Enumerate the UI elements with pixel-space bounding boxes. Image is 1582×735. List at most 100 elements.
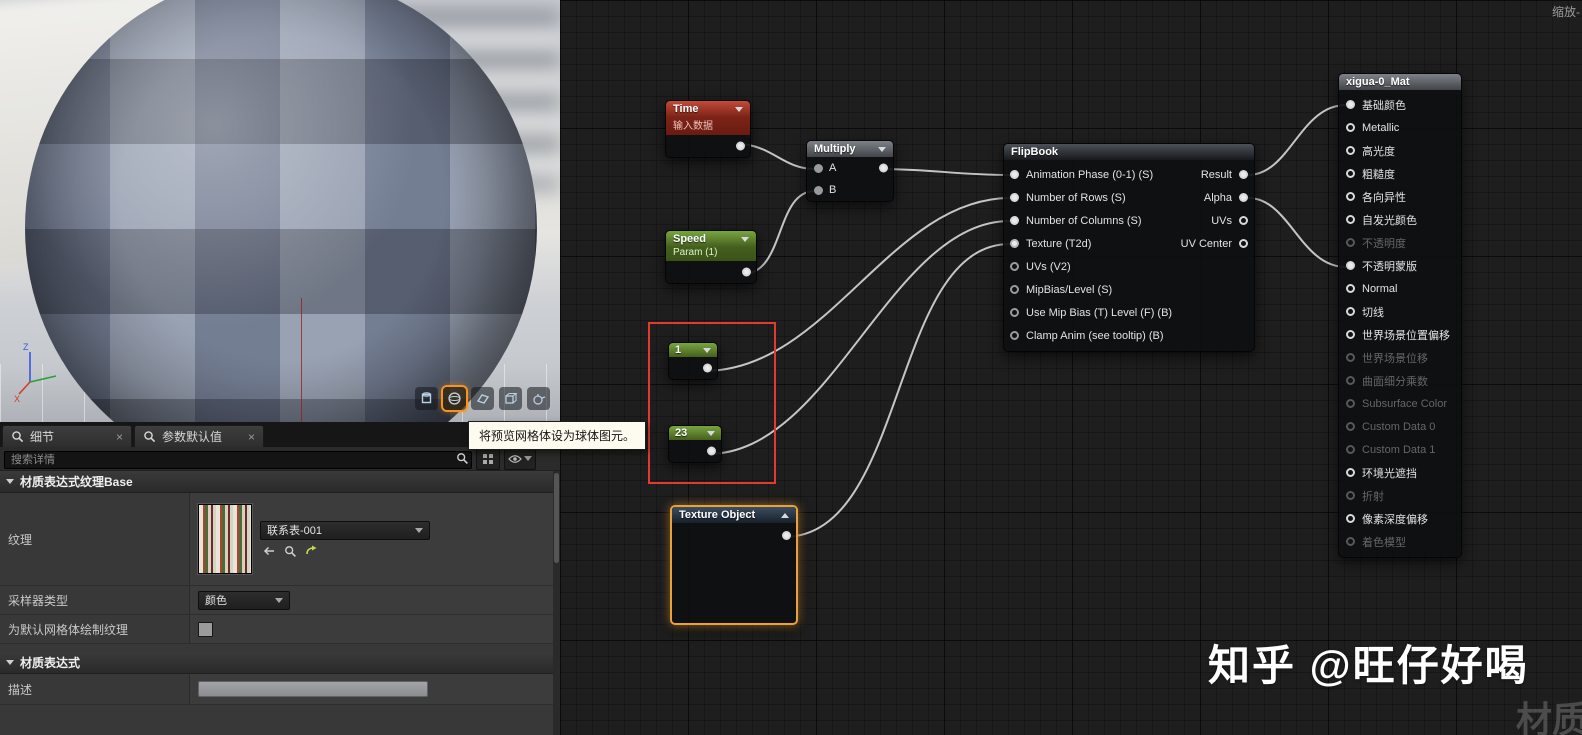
preview-viewport[interactable]: Z X <box>0 0 560 422</box>
material-pin[interactable] <box>1346 192 1355 201</box>
texture-asset-dropdown[interactable]: 联系表-001 <box>260 520 430 540</box>
watermark-faint-text: 材质 <box>1515 699 1582 735</box>
node-time[interactable]: Time 输入数据 <box>665 100 751 158</box>
multiply-input-a-label: A <box>829 162 837 174</box>
sampler-type-label: 采样器类型 <box>0 586 190 614</box>
material-pin[interactable] <box>1346 468 1355 477</box>
node-texture-object[interactable]: Texture Object <box>670 505 798 625</box>
chevron-down-icon[interactable] <box>707 430 715 436</box>
flipbook-input-label: Texture (T2d) <box>1026 237 1092 250</box>
material-pin-label: 高光度 <box>1362 145 1395 158</box>
material-pin[interactable] <box>1346 169 1355 178</box>
node-material-result[interactable]: xigua-0_Mat 基础颜色 Metallic 高光度 粗糙度 各向异性 自… <box>1338 73 1462 558</box>
chevron-down-icon[interactable] <box>741 236 749 242</box>
material-pin[interactable] <box>1346 100 1355 109</box>
constant-1-output-pin[interactable] <box>703 363 712 373</box>
details-panel: 材质表达式纹理Base 纹理 联系表-001 采样器类型 颜色 为默认网格体绘制… <box>0 471 560 735</box>
wire-flipbook-alpha-to-opacitymask <box>1247 197 1347 268</box>
axis-gizmo: Z X <box>14 342 57 402</box>
tab-param-defaults-close-icon[interactable]: × <box>248 431 255 443</box>
texture-asset-name: 联系表-001 <box>267 525 323 537</box>
param-defaults-tab-icon <box>144 431 156 443</box>
description-row: 描述 <box>0 674 560 705</box>
node-flipbook[interactable]: FlipBook Animation Phase (0-1) (S) Numbe… <box>1003 143 1255 352</box>
speed-output-pin[interactable] <box>742 267 751 277</box>
multiply-input-a-pin[interactable] <box>814 163 823 173</box>
flipbook-input-pin[interactable] <box>1010 308 1019 317</box>
section-header-expression[interactable]: 材质表达式 <box>0 652 560 674</box>
material-pin[interactable] <box>1346 376 1355 385</box>
texture-thumbnail[interactable] <box>198 504 252 574</box>
left-panel: Z X 细节 × 参数默认值 × 搜索详情 材质表达式纹理Base 纹理 联系表… <box>0 0 560 735</box>
material-pin[interactable] <box>1346 422 1355 431</box>
node-speed[interactable]: Speed Param (1) <box>665 230 757 284</box>
material-pin[interactable] <box>1346 537 1355 546</box>
back-arrow-icon[interactable] <box>262 545 276 557</box>
material-pin[interactable] <box>1346 330 1355 339</box>
material-pin[interactable] <box>1346 514 1355 523</box>
eye-icon <box>508 454 522 463</box>
details-scrollbar[interactable] <box>553 471 560 735</box>
material-pin[interactable] <box>1346 307 1355 316</box>
material-pin[interactable] <box>1346 238 1355 247</box>
material-pin-label: Custom Data 1 <box>1362 443 1436 456</box>
flipbook-input-pin[interactable] <box>1010 170 1019 179</box>
flipbook-input-pin[interactable] <box>1010 285 1019 294</box>
flipbook-input-pin[interactable] <box>1010 216 1019 225</box>
material-pin[interactable] <box>1346 146 1355 155</box>
preview-teapot-button[interactable] <box>527 387 550 410</box>
flipbook-input-pin[interactable] <box>1010 193 1019 202</box>
tab-param-defaults[interactable]: 参数默认值 × <box>134 425 264 447</box>
chevron-down-icon[interactable] <box>735 106 743 112</box>
preview-shape-toolbar <box>415 387 550 410</box>
flipbook-output-pin[interactable] <box>1239 193 1248 202</box>
material-pin[interactable] <box>1346 215 1355 224</box>
preview-sphere-button[interactable] <box>443 387 466 410</box>
preview-cube-button[interactable] <box>499 387 522 410</box>
tab-details-close-icon[interactable]: × <box>116 431 123 443</box>
chevron-down-icon[interactable] <box>878 146 886 152</box>
node-constant-23[interactable]: 23 <box>668 425 722 463</box>
flipbook-input-pin[interactable] <box>1010 239 1019 248</box>
draw-default-mesh-checkbox[interactable] <box>198 621 213 637</box>
flipbook-output-pin[interactable] <box>1239 216 1248 225</box>
multiply-output-pin[interactable] <box>879 163 888 173</box>
material-pin[interactable] <box>1346 261 1355 270</box>
search-input[interactable] <box>4 450 472 469</box>
sampler-type-dropdown[interactable]: 颜色 <box>198 590 290 610</box>
flipbook-input-pin[interactable] <box>1010 262 1019 271</box>
flipbook-output-pin[interactable] <box>1239 239 1248 248</box>
material-graph-canvas[interactable]: Time 输入数据 Multiply A B Speed Param (1) 1… <box>560 0 1582 735</box>
node-constant-1[interactable]: 1 <box>668 342 718 380</box>
texture-object-output-pin[interactable] <box>782 531 791 540</box>
section-header-texture-base[interactable]: 材质表达式纹理Base <box>0 471 560 493</box>
material-pin[interactable] <box>1346 445 1355 454</box>
sampler-type-value: 颜色 <box>205 595 227 607</box>
material-pin[interactable] <box>1346 399 1355 408</box>
time-output-pin[interactable] <box>736 141 745 151</box>
flipbook-input-pin[interactable] <box>1010 331 1019 340</box>
use-selected-asset-icon[interactable] <box>305 545 319 558</box>
multiply-input-b-pin[interactable] <box>814 185 823 195</box>
chevron-down-icon[interactable] <box>703 347 711 353</box>
chevron-down-icon <box>524 456 532 461</box>
view-options-grid-button[interactable] <box>476 447 500 470</box>
visibility-filter-button[interactable] <box>504 447 536 470</box>
axis-z-label: Z <box>23 342 29 352</box>
preview-plane-button[interactable] <box>471 387 494 410</box>
material-pin-label: 各向异性 <box>1362 191 1406 204</box>
browse-magnifier-icon[interactable] <box>284 545 297 558</box>
description-input[interactable] <box>198 681 428 697</box>
flipbook-output-pin[interactable] <box>1239 170 1248 179</box>
constant-23-output-pin[interactable] <box>707 446 716 456</box>
node-multiply[interactable]: Multiply A B <box>806 140 894 202</box>
material-pin-label: Metallic <box>1362 121 1400 134</box>
tab-details[interactable]: 细节 × <box>2 425 132 447</box>
chevron-up-icon[interactable] <box>781 512 789 518</box>
material-pin[interactable] <box>1346 353 1355 362</box>
material-pin[interactable] <box>1346 491 1355 500</box>
preview-cylinder-button[interactable] <box>415 387 438 410</box>
material-pin[interactable] <box>1346 284 1355 293</box>
node-speed-subtitle: Param (1) <box>666 247 756 261</box>
material-pin[interactable] <box>1346 123 1355 132</box>
